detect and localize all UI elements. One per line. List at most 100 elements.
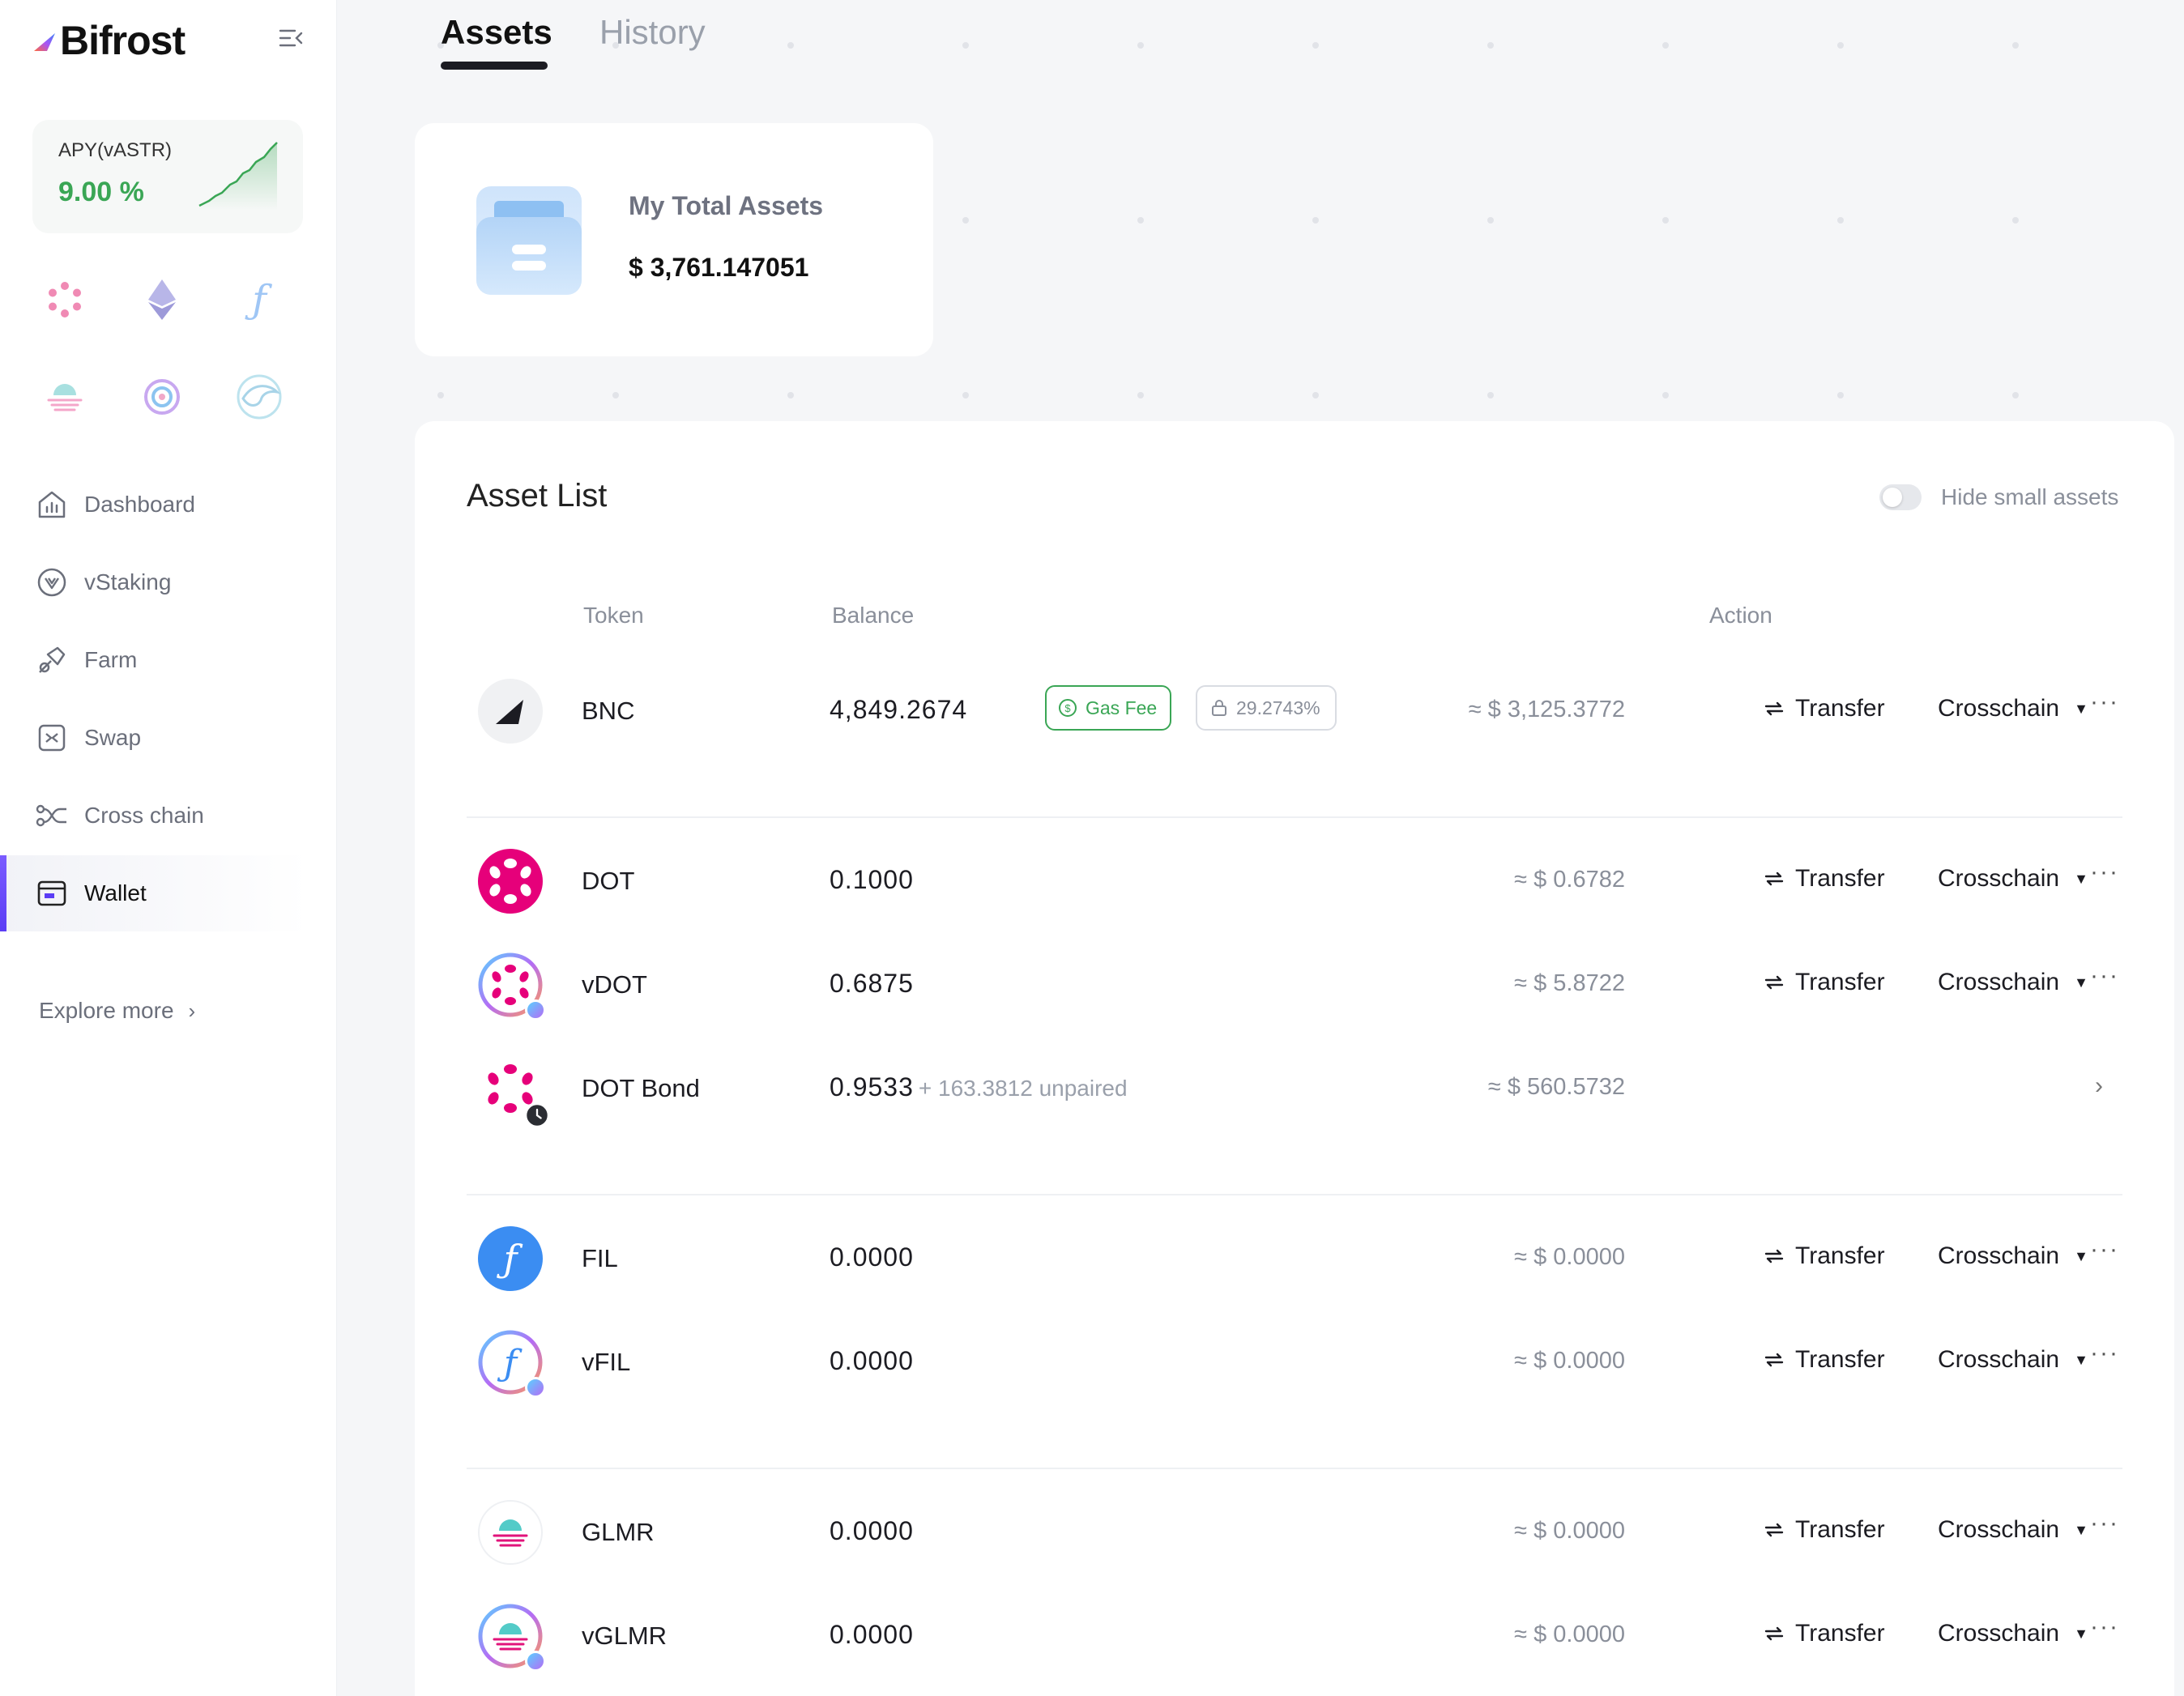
hide-small-assets-toggle[interactable]	[1879, 484, 1922, 510]
tab-assets[interactable]: Assets	[441, 13, 552, 52]
filecoin-icon[interactable]: ƒ	[227, 267, 292, 332]
grid-dot	[1137, 217, 1144, 224]
token-name: DOT Bond	[582, 1074, 700, 1102]
crosschain-dropdown[interactable]: Crosschain ▼	[1938, 865, 2088, 893]
vdot-token-icon	[478, 952, 546, 1021]
table-row-vfil[interactable]: ƒ vFIL 0.0000 ≈ $ 0.0000 Transfer Crossc…	[467, 1315, 2122, 1404]
chevron-right-icon: ›	[188, 998, 196, 1023]
explore-more-link[interactable]: Explore more ›	[39, 998, 195, 1024]
table-row-glmr[interactable]: GLMR 0.0000 ≈ $ 0.0000 Transfer Crosscha…	[467, 1485, 2122, 1575]
apy-card[interactable]: APY(vASTR) 9.00 %	[32, 120, 303, 233]
kusama-swallow-icon[interactable]	[227, 364, 292, 429]
nav-item-dashboard[interactable]: Dashboard	[0, 467, 308, 543]
clock-icon	[525, 1103, 549, 1127]
usd-value: ≈ $ 3,125.3772	[1468, 697, 1625, 722]
transfer-label: Transfer	[1795, 1346, 1885, 1373]
locked-percentage: 29.2743%	[1236, 697, 1320, 718]
grid-dot	[1837, 392, 1844, 398]
transfer-button[interactable]: Transfer	[1763, 969, 1885, 996]
ethereum-icon[interactable]	[130, 267, 194, 332]
crosschain-label: Crosschain	[1938, 695, 2060, 722]
transfer-icon	[1764, 1626, 1784, 1641]
table-row-dot-bond[interactable]: DOT Bond 0.9533 + 163.3812 unpaired ≈ $ 5…	[467, 1042, 2122, 1131]
brand-logo[interactable]: Bifrost	[32, 16, 186, 65]
table-row-bnc[interactable]: BNC 4,849.2674 $ Gas Fee 29.2743% ≈ $ 3,…	[467, 664, 2122, 753]
transfer-icon	[1764, 1523, 1784, 1537]
crosschain-dropdown[interactable]: Crosschain ▼	[1938, 1620, 2088, 1647]
dot-bond-token-icon	[478, 1056, 549, 1127]
transfer-button[interactable]: Transfer	[1763, 1242, 1885, 1270]
more-options-icon[interactable]: ···	[2087, 1510, 2122, 1542]
collapse-sidebar-icon[interactable]	[277, 26, 305, 50]
svg-text:$: $	[1064, 702, 1071, 714]
transfer-label: Transfer	[1795, 865, 1885, 892]
more-options-icon[interactable]: ···	[2087, 962, 2122, 995]
hide-small-assets-label: Hide small assets	[1941, 484, 2119, 509]
crosschain-dropdown[interactable]: Crosschain ▼	[1938, 1242, 2088, 1270]
usd-value: ≈ $ 560.5732	[1487, 1074, 1625, 1100]
transfer-button[interactable]: Transfer	[1763, 865, 1885, 893]
token-balance: 0.0000	[830, 1516, 914, 1545]
more-options-icon[interactable]: ···	[2087, 688, 2122, 721]
crosschain-dropdown[interactable]: Crosschain ▼	[1938, 695, 2088, 722]
grid-dot	[2012, 217, 2019, 224]
more-options-icon[interactable]: ···	[2087, 1236, 2122, 1268]
grid-dot	[2012, 392, 2019, 398]
token-name: vGLMR	[582, 1621, 668, 1650]
nav-item-vstaking[interactable]: vStaking	[0, 544, 308, 620]
gas-fee-badge: $ Gas Fee	[1045, 685, 1172, 731]
table-row-dot[interactable]: DOT 0.1000 ≈ $ 0.6782 Transfer Crosschai…	[467, 834, 2122, 923]
apy-sparkline	[198, 142, 278, 211]
wallet-illustration-icon	[476, 186, 582, 295]
transfer-button[interactable]: Transfer	[1763, 1516, 1885, 1544]
unpaired-amount: + 163.3812 unpaired	[918, 1076, 1128, 1101]
nav-label: vStaking	[84, 569, 172, 594]
grid-dot	[1487, 42, 1494, 49]
sidebar: Bifrost APY(vASTR) 9.00 % ƒ Dashboard vS…	[0, 0, 337, 1696]
nav-item-farm[interactable]: Farm	[0, 622, 308, 698]
explore-more-label: Explore more	[39, 998, 174, 1023]
table-row-vdot[interactable]: vDOT 0.6875 ≈ $ 5.8722 Transfer Crosscha…	[467, 938, 2122, 1027]
nav-item-wallet[interactable]: Wallet	[0, 855, 308, 931]
usd-value: ≈ $ 0.0000	[1514, 1518, 1625, 1544]
grid-dot	[612, 392, 619, 398]
polkadot-icon[interactable]	[32, 267, 97, 332]
nav-label: Wallet	[84, 880, 147, 906]
total-assets-card: My Total Assets $ 3,761.147051	[415, 123, 933, 356]
chevron-right-icon[interactable]: ›	[2095, 1072, 2103, 1100]
grid-dot	[437, 392, 444, 398]
token-balance: 0.6875	[830, 969, 914, 998]
grid-dot	[1837, 42, 1844, 49]
grid-dot	[787, 392, 794, 398]
table-row-vglmr[interactable]: vGLMR 0.0000 ≈ $ 0.0000 Transfer Crossch…	[467, 1589, 2122, 1678]
transfer-button[interactable]: Transfer	[1763, 1346, 1885, 1374]
astar-icon[interactable]	[130, 364, 194, 429]
swap-icon	[36, 722, 68, 754]
transfer-button[interactable]: Transfer	[1763, 1620, 1885, 1647]
nav-label: Dashboard	[84, 492, 195, 517]
column-header-token: Token	[583, 603, 644, 628]
group-divider	[467, 1468, 2122, 1469]
table-row-fil[interactable]: ƒ FIL 0.0000 ≈ $ 0.0000 Transfer Crossch…	[467, 1212, 2122, 1301]
more-options-icon[interactable]: ···	[2087, 1613, 2122, 1646]
dollar-circle-icon: $	[1059, 699, 1077, 717]
more-options-icon[interactable]: ···	[2087, 1340, 2122, 1372]
grid-dot	[962, 217, 969, 224]
brand-name: Bifrost	[60, 18, 186, 63]
nav-item-swap[interactable]: Swap	[0, 700, 308, 776]
nav-item-cross-chain[interactable]: Cross chain	[0, 778, 308, 854]
dashboard-icon	[36, 488, 68, 521]
transfer-icon	[1764, 1249, 1784, 1263]
glmr-token-icon	[478, 1500, 543, 1565]
crosschain-dropdown[interactable]: Crosschain ▼	[1938, 969, 2088, 996]
transfer-button[interactable]: Transfer	[1763, 695, 1885, 722]
moonbeam-icon[interactable]	[32, 364, 97, 429]
token-name: DOT	[582, 867, 635, 895]
crosschain-dropdown[interactable]: Crosschain ▼	[1938, 1516, 2088, 1544]
crosschain-dropdown[interactable]: Crosschain ▼	[1938, 1346, 2088, 1374]
transfer-label: Transfer	[1795, 1620, 1885, 1647]
grid-dot	[2012, 42, 2019, 49]
more-options-icon[interactable]: ···	[2087, 859, 2122, 891]
transfer-icon	[1764, 1353, 1784, 1367]
tab-history[interactable]: History	[599, 13, 706, 52]
